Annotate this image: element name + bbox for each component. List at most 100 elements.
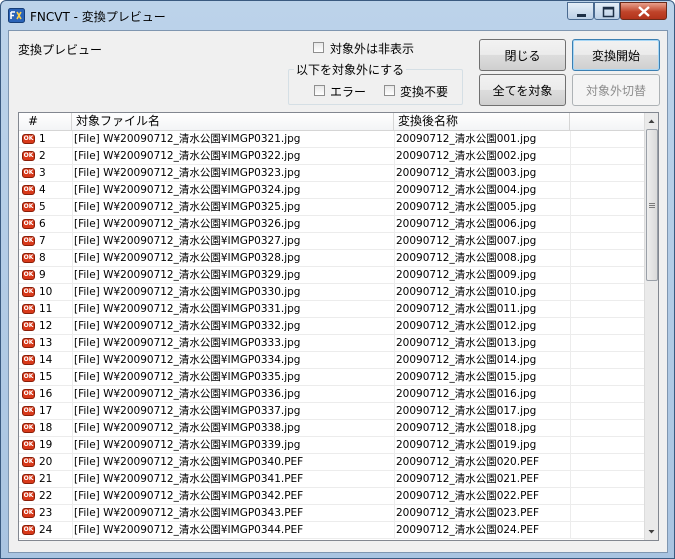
maximize-button[interactable] bbox=[594, 2, 620, 20]
table-row[interactable]: 1 [File] W¥20090712_清水公園¥IMGP0321.jpg 2009… bbox=[19, 131, 644, 148]
destination-filename: 20090712_清水公園017.jpg bbox=[396, 405, 537, 417]
row-number: 13 bbox=[39, 337, 53, 349]
grid-line bbox=[72, 148, 73, 164]
grid-line bbox=[570, 284, 571, 300]
row-number: 15 bbox=[39, 371, 53, 383]
table-row[interactable]: 21 [File] W¥20090712_清水公園¥IMGP0341.PEF 200… bbox=[19, 471, 644, 488]
source-filename: [File] W¥20090712_清水公園¥IMGP0337.jpg bbox=[74, 405, 301, 417]
ok-badge-icon bbox=[22, 202, 35, 212]
scroll-up-arrow-icon[interactable] bbox=[645, 114, 658, 128]
grid-line bbox=[394, 369, 395, 385]
grid-line bbox=[72, 352, 73, 368]
grid-line bbox=[570, 420, 571, 436]
toggle-excluded-button[interactable]: 対象外切替 bbox=[572, 74, 660, 106]
table-row[interactable]: 16 [File] W¥20090712_清水公園¥IMGP0336.jpg 200… bbox=[19, 386, 644, 403]
row-number: 24 bbox=[39, 524, 53, 536]
preview-list[interactable]: # 対象ファイル名 変換後名称 1 [File] W¥20090712_清水公園¥… bbox=[18, 112, 659, 541]
row-number: 10 bbox=[39, 286, 53, 298]
destination-filename: 20090712_清水公園019.jpg bbox=[396, 439, 537, 451]
grid-line bbox=[394, 403, 395, 419]
dialog-client-area: 変換プレビュー 対象外は非表示 以下を対象外にする エラー 変換不要 閉じる 変… bbox=[8, 30, 668, 553]
grid-line bbox=[72, 267, 73, 283]
start-convert-button[interactable]: 変換開始 bbox=[572, 39, 660, 71]
ok-badge-icon bbox=[22, 338, 35, 348]
column-header-destination[interactable]: 変換後名称 bbox=[394, 113, 570, 130]
table-row[interactable]: 17 [File] W¥20090712_清水公園¥IMGP0337.jpg 200… bbox=[19, 403, 644, 420]
grid-line bbox=[72, 216, 73, 232]
table-row[interactable]: 12 [File] W¥20090712_清水公園¥IMGP0332.jpg 200… bbox=[19, 318, 644, 335]
minimize-icon bbox=[577, 14, 586, 17]
source-filename: [File] W¥20090712_清水公園¥IMGP0322.jpg bbox=[74, 150, 301, 162]
table-row[interactable]: 14 [File] W¥20090712_清水公園¥IMGP0334.jpg 200… bbox=[19, 352, 644, 369]
close-window-button[interactable] bbox=[620, 2, 667, 20]
table-row[interactable]: 9 [File] W¥20090712_清水公園¥IMGP0329.jpg 2009… bbox=[19, 267, 644, 284]
row-number: 5 bbox=[39, 201, 46, 213]
table-row[interactable]: 4 [File] W¥20090712_清水公園¥IMGP0324.jpg 2009… bbox=[19, 182, 644, 199]
table-row[interactable]: 5 [File] W¥20090712_清水公園¥IMGP0325.jpg 2009… bbox=[19, 199, 644, 216]
grid-line bbox=[394, 165, 395, 181]
table-row[interactable]: 22 [File] W¥20090712_清水公園¥IMGP0342.PEF 200… bbox=[19, 488, 644, 505]
table-row[interactable]: 7 [File] W¥20090712_清水公園¥IMGP0327.jpg 2009… bbox=[19, 233, 644, 250]
grid-line bbox=[394, 284, 395, 300]
grid-line bbox=[72, 131, 73, 147]
destination-filename: 20090712_清水公園015.jpg bbox=[396, 371, 537, 383]
destination-filename: 20090712_清水公園009.jpg bbox=[396, 269, 537, 281]
column-header-number[interactable]: # bbox=[19, 113, 72, 130]
ok-badge-icon bbox=[22, 270, 35, 280]
grid-line bbox=[72, 437, 73, 453]
grid-line bbox=[394, 148, 395, 164]
table-row[interactable]: 2 [File] W¥20090712_清水公園¥IMGP0322.jpg 2009… bbox=[19, 148, 644, 165]
maximize-icon bbox=[602, 6, 615, 18]
ok-badge-icon bbox=[22, 491, 35, 501]
table-row[interactable]: 6 [File] W¥20090712_清水公園¥IMGP0326.jpg 2009… bbox=[19, 216, 644, 233]
grid-line bbox=[72, 335, 73, 351]
row-number: 20 bbox=[39, 456, 53, 468]
ok-badge-icon bbox=[22, 406, 35, 416]
scrollbar-thumb[interactable] bbox=[646, 129, 658, 281]
destination-filename: 20090712_清水公園010.jpg bbox=[396, 286, 537, 298]
no-convert-checkbox[interactable] bbox=[384, 85, 395, 96]
grid-line bbox=[72, 522, 73, 538]
row-number: 1 bbox=[39, 133, 46, 145]
table-row[interactable]: 13 [File] W¥20090712_清水公園¥IMGP0333.jpg 200… bbox=[19, 335, 644, 352]
vertical-scrollbar[interactable] bbox=[644, 113, 658, 540]
ok-badge-icon bbox=[22, 355, 35, 365]
table-row[interactable]: 18 [File] W¥20090712_清水公園¥IMGP0338.jpg 200… bbox=[19, 420, 644, 437]
column-header-source[interactable]: 対象ファイル名 bbox=[72, 113, 394, 130]
app-window: FNCVT - 変換プレビュー 変換プレビュー 対象外は非表示 以下を対象外にす… bbox=[0, 0, 675, 559]
table-row[interactable]: 11 [File] W¥20090712_清水公園¥IMGP0331.jpg 200… bbox=[19, 301, 644, 318]
grip-icon bbox=[649, 203, 655, 208]
title-bar[interactable]: FNCVT - 変換プレビュー bbox=[1, 1, 674, 31]
error-checkbox[interactable] bbox=[314, 85, 325, 96]
grid-line bbox=[394, 233, 395, 249]
destination-filename: 20090712_清水公園002.jpg bbox=[396, 150, 537, 162]
grid-line bbox=[570, 148, 571, 164]
table-row[interactable]: 15 [File] W¥20090712_清水公園¥IMGP0335.jpg 200… bbox=[19, 369, 644, 386]
row-number: 17 bbox=[39, 405, 53, 417]
minimize-button[interactable] bbox=[567, 2, 594, 20]
ok-badge-icon bbox=[22, 236, 35, 246]
table-row[interactable]: 19 [File] W¥20090712_清水公園¥IMGP0339.jpg 200… bbox=[19, 437, 644, 454]
table-row[interactable]: 8 [File] W¥20090712_清水公園¥IMGP0328.jpg 2009… bbox=[19, 250, 644, 267]
table-row[interactable]: 23 [File] W¥20090712_清水公園¥IMGP0343.PEF 200… bbox=[19, 505, 644, 522]
source-filename: [File] W¥20090712_清水公園¥IMGP0324.jpg bbox=[74, 184, 301, 196]
grid-line bbox=[394, 386, 395, 402]
row-number: 22 bbox=[39, 490, 53, 502]
grid-line bbox=[570, 437, 571, 453]
preview-label: 変換プレビュー bbox=[18, 43, 103, 57]
destination-filename: 20090712_清水公園012.jpg bbox=[396, 320, 537, 332]
table-row[interactable]: 10 [File] W¥20090712_清水公園¥IMGP0330.jpg 200… bbox=[19, 284, 644, 301]
hide-excluded-checkbox[interactable] bbox=[313, 42, 324, 53]
grid-line bbox=[394, 454, 395, 470]
ok-badge-icon bbox=[22, 185, 35, 195]
ok-badge-icon bbox=[22, 168, 35, 178]
close-button[interactable]: 閉じる bbox=[479, 39, 566, 71]
scroll-down-arrow-icon[interactable] bbox=[645, 525, 658, 539]
grid-line bbox=[394, 199, 395, 215]
table-row[interactable]: 20 [File] W¥20090712_清水公園¥IMGP0340.PEF 200… bbox=[19, 454, 644, 471]
select-all-button[interactable]: 全てを対象 bbox=[479, 74, 566, 106]
table-row[interactable]: 3 [File] W¥20090712_清水公園¥IMGP0323.jpg 2009… bbox=[19, 165, 644, 182]
table-row[interactable]: 24 [File] W¥20090712_清水公園¥IMGP0344.PEF 200… bbox=[19, 522, 644, 539]
destination-filename: 20090712_清水公園022.PEF bbox=[396, 490, 540, 502]
grid-line bbox=[570, 182, 571, 198]
